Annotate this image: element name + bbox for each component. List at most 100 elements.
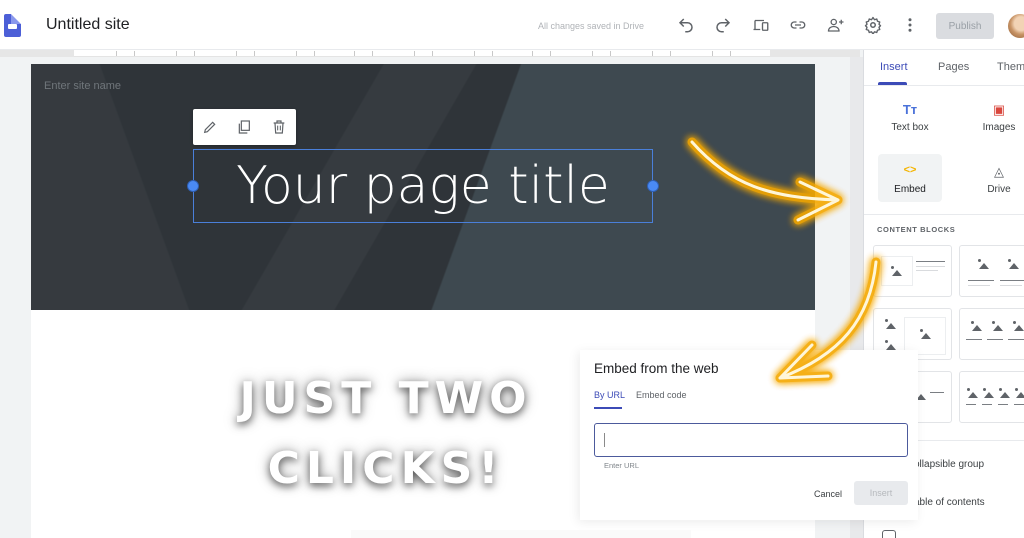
insert-embed[interactable]: <> Embed	[878, 154, 942, 202]
ruler-tick	[550, 51, 551, 56]
user-avatar[interactable]	[1008, 14, 1024, 38]
settings-gear-icon[interactable]	[864, 16, 882, 34]
ruler-tick	[414, 51, 415, 56]
text-line	[987, 339, 1003, 340]
ruler-tick	[254, 51, 255, 56]
share-add-person-icon[interactable]	[827, 16, 845, 34]
image-placeholder-icon	[1012, 321, 1024, 331]
embed-code-icon: <>	[903, 164, 917, 176]
divider	[864, 85, 1024, 86]
image-placeholder-icon	[977, 259, 991, 269]
tab-embed-code[interactable]: Embed code	[636, 390, 687, 400]
text-line	[966, 339, 982, 340]
ruler-tick	[670, 51, 671, 56]
insert-button[interactable]: Insert	[854, 481, 908, 505]
content-block-two-images[interactable]	[959, 245, 1024, 297]
url-input[interactable]	[594, 423, 908, 457]
insert-item-label: Drive	[987, 184, 1011, 195]
delete-trash-icon[interactable]	[270, 118, 288, 136]
text-line	[930, 392, 944, 393]
duplicate-icon[interactable]	[235, 118, 253, 136]
text-line	[968, 280, 994, 281]
google-sites-editor: Untitled site All changes saved in Drive…	[0, 0, 1024, 538]
ruler-tick	[134, 51, 135, 56]
ruler-tick	[236, 51, 237, 56]
ruler-tick	[432, 51, 433, 56]
dialog-title: Embed from the web	[594, 361, 719, 376]
text-line	[916, 270, 938, 271]
text-line	[1008, 339, 1024, 340]
header-banner[interactable]: Enter site name Your page title	[31, 64, 815, 310]
image-placeholder-icon	[1007, 259, 1021, 269]
embed-dialog: Embed from the web By URL Embed code Ent…	[580, 350, 918, 520]
image-placeholder-icon	[884, 340, 898, 350]
tab-insert[interactable]: Insert	[880, 61, 908, 73]
top-app-bar: Untitled site All changes saved in Drive…	[0, 0, 1024, 50]
element-toolbar	[193, 109, 296, 145]
drive-icon: ◬	[994, 164, 1004, 179]
publish-button[interactable]: Publish	[936, 13, 994, 39]
image-placeholder-icon	[991, 321, 1005, 331]
ruler-tick	[592, 51, 593, 56]
url-input-helper: Enter URL	[604, 461, 640, 470]
insert-text-box[interactable]: Tт Text box	[878, 92, 942, 140]
undo-icon[interactable]	[677, 16, 695, 34]
sites-logo-icon[interactable]	[4, 14, 21, 37]
divider	[864, 214, 1024, 215]
insert-collapsible-group[interactable]: ollapsible group	[914, 459, 984, 470]
site-name-input[interactable]: Enter site name	[44, 80, 121, 92]
images-icon: ▣	[992, 102, 1006, 117]
save-status: All changes saved in Drive	[538, 21, 645, 31]
ruler-tick	[296, 51, 297, 56]
text-line	[1014, 404, 1024, 405]
image-placeholder-icon	[966, 388, 980, 398]
resize-handle-left[interactable]	[187, 180, 199, 192]
content-placeholder	[351, 530, 691, 538]
tab-pages[interactable]: Pages	[938, 61, 969, 73]
page-title-textbox[interactable]: Your page title	[187, 149, 659, 223]
image-placeholder-icon	[1014, 388, 1024, 398]
ruler-tick	[194, 51, 195, 56]
site-title[interactable]: Untitled site	[46, 16, 130, 34]
insert-item-label: Embed	[894, 184, 926, 195]
resize-handle-right[interactable]	[647, 180, 659, 192]
insert-images[interactable]: ▣ Images	[967, 92, 1024, 140]
text-line	[982, 404, 992, 405]
ruler[interactable]	[74, 50, 344, 57]
ruler-margin-right	[770, 50, 860, 57]
redo-icon[interactable]	[714, 16, 732, 34]
promo-caption-line: JUST TWO	[239, 373, 533, 424]
ruler-tick	[652, 51, 653, 56]
text-line	[1000, 280, 1024, 281]
ruler[interactable]	[520, 50, 770, 57]
ruler-tick	[176, 51, 177, 56]
tab-by-url[interactable]: By URL	[594, 390, 625, 400]
content-block-image-text[interactable]	[873, 245, 952, 297]
text-line	[966, 404, 976, 405]
ruler-tick	[474, 51, 475, 56]
image-placeholder-icon	[998, 388, 1012, 398]
tab-themes[interactable]: Them	[997, 61, 1024, 73]
ruler-tick	[314, 51, 315, 56]
cancel-button[interactable]: Cancel	[806, 483, 850, 505]
ruler-tick	[116, 51, 117, 56]
image-placeholder-icon	[970, 321, 984, 331]
text-line	[998, 404, 1008, 405]
insert-drive[interactable]: ◬ Drive	[967, 154, 1024, 202]
text-caret	[604, 433, 605, 447]
content-block-four-images[interactable]	[959, 371, 1024, 423]
more-vert-icon[interactable]	[901, 16, 919, 34]
ruler-tick	[354, 51, 355, 56]
text-box-icon: Tт	[902, 102, 918, 117]
insert-table-of-contents[interactable]: able of contents	[914, 497, 985, 508]
link-icon[interactable]	[789, 16, 807, 34]
page-title[interactable]: Your page title	[194, 150, 652, 222]
edit-pencil-icon[interactable]	[201, 118, 219, 136]
preview-devices-icon[interactable]	[752, 16, 770, 34]
ruler-tick	[372, 51, 373, 56]
ruler[interactable]	[344, 50, 520, 57]
promo-caption-line: CLICKS!	[267, 443, 505, 494]
ruler-tick	[730, 51, 731, 56]
image-placeholder-icon	[890, 266, 904, 276]
content-block-three-images[interactable]	[959, 308, 1024, 360]
